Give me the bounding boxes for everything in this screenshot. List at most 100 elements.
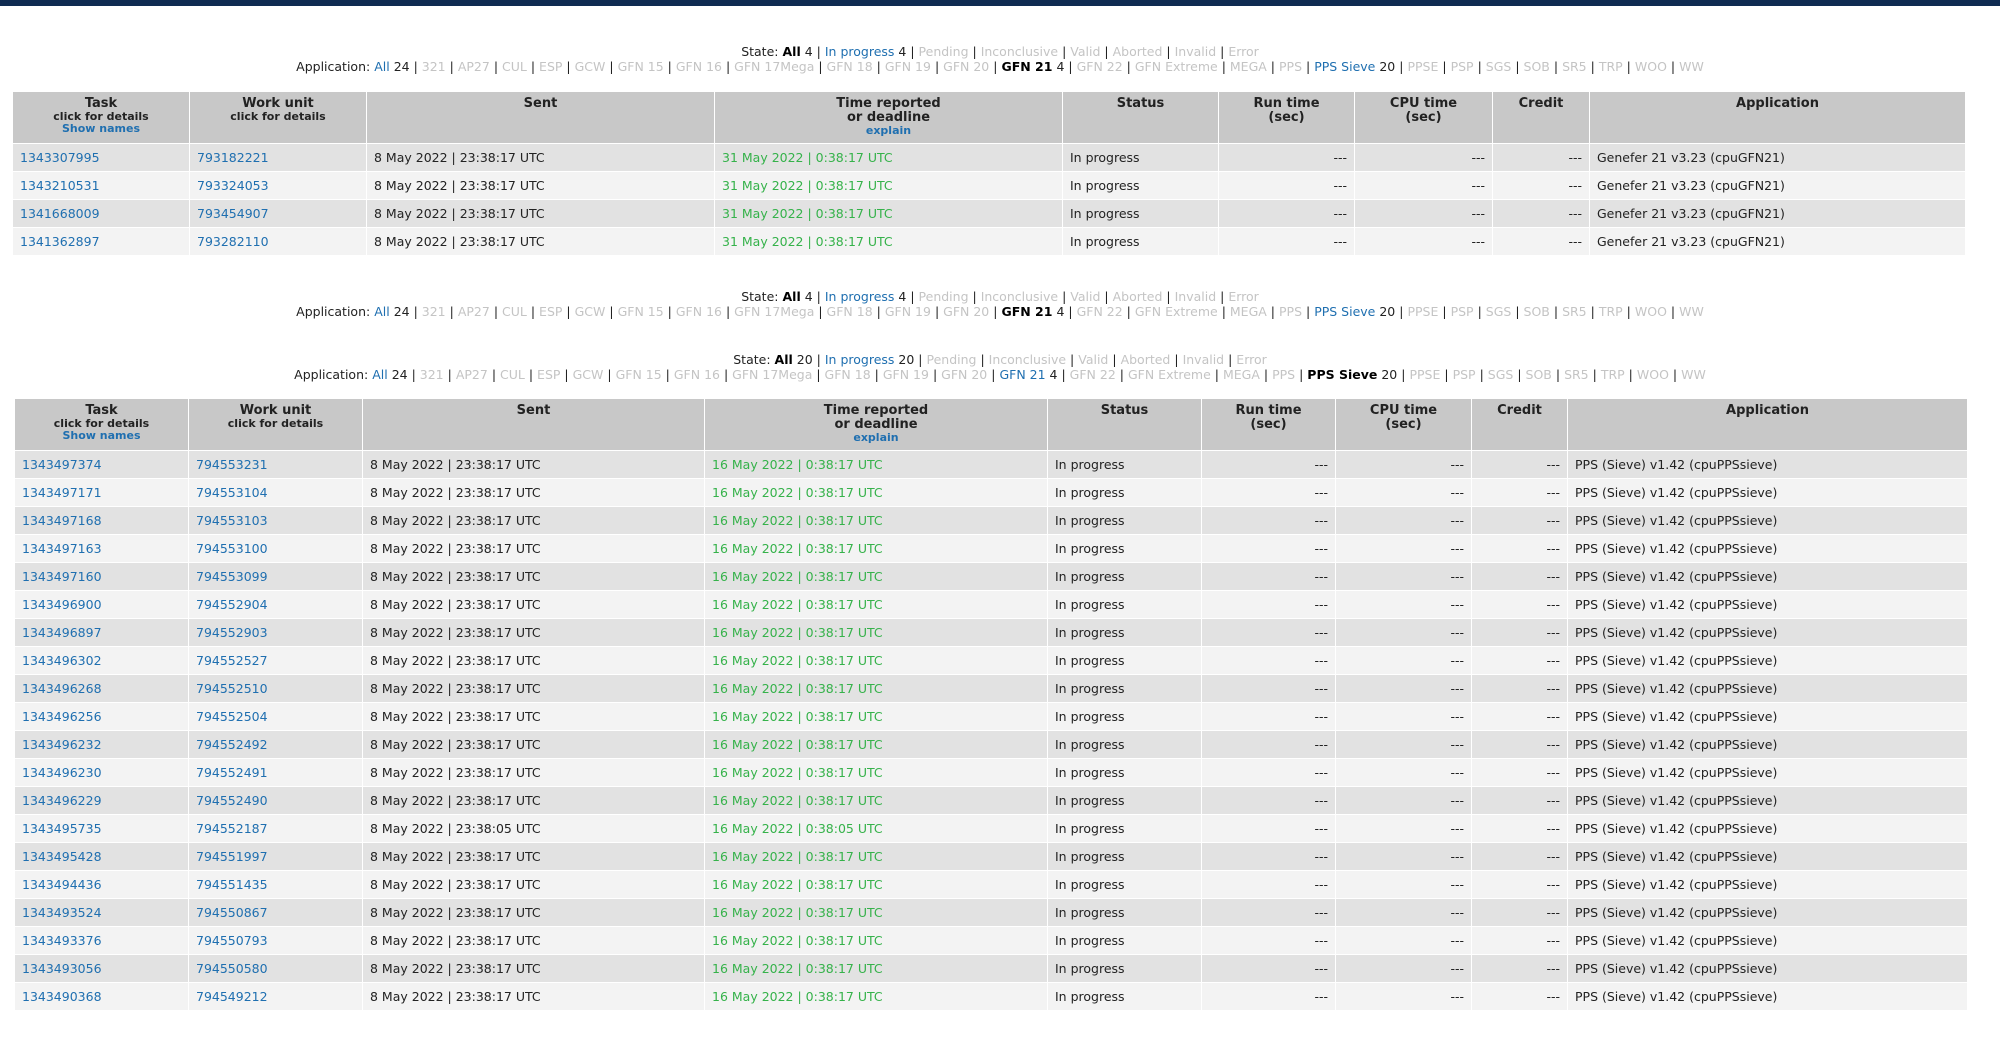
credit-value: ---	[1492, 199, 1590, 228]
workunit-id-link[interactable]: 794553103	[188, 506, 363, 535]
task-id-link[interactable]: 1343496232	[14, 730, 189, 759]
col-task-label: Task	[84, 96, 118, 111]
task-id-link[interactable]: 1343497374	[14, 450, 189, 479]
task-id-link[interactable]: 1343490368	[14, 982, 189, 1011]
workunit-id-link[interactable]: 794552187	[188, 814, 363, 843]
workunit-id-link[interactable]: 794552527	[188, 646, 363, 675]
filter-separator: |	[991, 367, 996, 382]
task-id-link[interactable]: 1343497160	[14, 562, 189, 591]
filter-gfn-21[interactable]: GFN 21	[999, 367, 1045, 382]
task-id-link[interactable]: 1343496230	[14, 758, 189, 787]
explain-link[interactable]: explain	[709, 432, 1043, 444]
col-cpu-time-label: (sec)	[1405, 110, 1442, 125]
table-row: 1343497160 794553099 8 May 2022 | 23:38:17…	[14, 562, 1968, 591]
status-text: In progress	[1047, 982, 1202, 1011]
filter-separator: |	[609, 304, 614, 319]
task-id-link[interactable]: 1343496897	[14, 618, 189, 647]
workunit-id-link[interactable]: 794553231	[188, 450, 363, 479]
task-id-link[interactable]: 1341668009	[12, 199, 190, 228]
filter-all[interactable]: All	[374, 304, 390, 319]
workunit-id-link[interactable]: 794550793	[188, 926, 363, 955]
filter-all[interactable]: All	[374, 59, 390, 74]
sent-time: 8 May 2022 | 23:38:17 UTC	[362, 506, 705, 535]
table-row: 1343497171 794553104 8 May 2022 | 23:38:17…	[14, 478, 1968, 507]
workunit-id-link[interactable]: 794551435	[188, 870, 363, 899]
filter-separator: |	[1444, 367, 1449, 382]
filter-pps-sieve[interactable]: PPS Sieve	[1314, 304, 1375, 319]
filter-count: 20	[796, 352, 813, 367]
workunit-id-link[interactable]: 794550580	[188, 954, 363, 983]
filter-separator: |	[1306, 304, 1311, 319]
filter-pps-sieve: PPS Sieve	[1307, 367, 1378, 382]
filter-sgs: SGS	[1485, 304, 1512, 319]
filter-separator: |	[1670, 59, 1676, 74]
filter-separator: |	[447, 367, 452, 382]
task-id-link[interactable]: 1343493524	[14, 898, 189, 927]
show-names-link[interactable]: Show names	[17, 123, 185, 135]
table-header: Task click for details Show names Work unit…	[12, 91, 1966, 144]
filter-cul: CUL	[502, 59, 527, 74]
deadline-time: 16 May 2022 | 0:38:17 UTC	[704, 842, 1048, 871]
filter-pps-sieve[interactable]: PPS Sieve	[1314, 59, 1375, 74]
task-id-link[interactable]: 1343307995	[12, 143, 190, 172]
workunit-id-link[interactable]: 793182221	[189, 143, 367, 172]
col-application-label: Application	[1736, 96, 1819, 111]
workunit-id-link[interactable]: 794551997	[188, 842, 363, 871]
col-workunit-header: Work unit click for details	[188, 398, 363, 451]
filter-in-progress[interactable]: In progress	[825, 44, 895, 59]
filter-gfn-15: GFN 15	[617, 59, 664, 74]
workunit-id-link[interactable]: 794553104	[188, 478, 363, 507]
task-id-link[interactable]: 1343495428	[14, 842, 189, 871]
task-id-link[interactable]: 1343210531	[12, 171, 190, 200]
task-id-link[interactable]: 1343496229	[14, 786, 189, 815]
task-id-link[interactable]: 1343496302	[14, 646, 189, 675]
filter-all[interactable]: All	[372, 367, 388, 382]
filter-gfn-19: GFN 19	[884, 304, 931, 319]
filter-gfn-20: GFN 20	[941, 367, 988, 382]
filter-cul: CUL	[502, 304, 527, 319]
workunit-id-link[interactable]: 793454907	[189, 199, 367, 228]
workunit-id-link[interactable]: 794549212	[188, 982, 363, 1011]
task-id-link[interactable]: 1343493056	[14, 954, 189, 983]
workunit-id-link[interactable]: 794552904	[188, 590, 363, 619]
workunit-id-link[interactable]: 794550867	[188, 898, 363, 927]
task-id-link[interactable]: 1343496900	[14, 590, 189, 619]
filter-esp: ESP	[539, 304, 563, 319]
run-time-value: ---	[1201, 898, 1336, 927]
filter-mega: MEGA	[1229, 59, 1267, 74]
workunit-id-link[interactable]: 794552510	[188, 674, 363, 703]
workunit-id-link[interactable]: 794552903	[188, 618, 363, 647]
workunit-id-link[interactable]: 794552492	[188, 730, 363, 759]
show-names-link[interactable]: Show names	[19, 430, 184, 442]
filter-in-progress[interactable]: In progress	[825, 352, 895, 367]
workunit-id-link[interactable]: 794552491	[188, 758, 363, 787]
workunit-id-link[interactable]: 793282110	[189, 227, 367, 256]
run-time-value: ---	[1201, 982, 1336, 1011]
task-id-link[interactable]: 1343496268	[14, 674, 189, 703]
task-id-link[interactable]: 1343494436	[14, 870, 189, 899]
table-row: 1343494436 794551435 8 May 2022 | 23:38:17…	[14, 870, 1968, 899]
task-id-link[interactable]: 1343497171	[14, 478, 189, 507]
workunit-id-link[interactable]: 794553099	[188, 562, 363, 591]
application-name: Genefer 21 v3.23 (cpuGFN21)	[1589, 227, 1966, 256]
col-workunit-label: Work unit	[239, 403, 312, 418]
workunit-id-link[interactable]: 794553100	[188, 534, 363, 563]
cpu-time-value: ---	[1335, 758, 1472, 787]
workunit-id-link[interactable]: 794552504	[188, 702, 363, 731]
explain-link[interactable]: explain	[719, 125, 1058, 137]
filter-gfn-22: GFN 22	[1069, 367, 1116, 382]
workunit-id-link[interactable]: 793324053	[189, 171, 367, 200]
task-id-link[interactable]: 1343497163	[14, 534, 189, 563]
task-id-link[interactable]: 1343493376	[14, 926, 189, 955]
task-id-link[interactable]: 1343496256	[14, 702, 189, 731]
filter-in-progress[interactable]: In progress	[825, 289, 895, 304]
sent-time: 8 May 2022 | 23:38:17 UTC	[366, 199, 715, 228]
task-id-link[interactable]: 1341362897	[12, 227, 190, 256]
workunit-id-link[interactable]: 794552490	[188, 786, 363, 815]
col-cpu-time-header: CPU time (sec)	[1335, 398, 1472, 451]
filter-separator: |	[1221, 59, 1226, 74]
filter-gfn-15: GFN 15	[615, 367, 662, 382]
filter-separator: |	[1061, 367, 1066, 382]
task-id-link[interactable]: 1343497168	[14, 506, 189, 535]
task-id-link[interactable]: 1343495735	[14, 814, 189, 843]
